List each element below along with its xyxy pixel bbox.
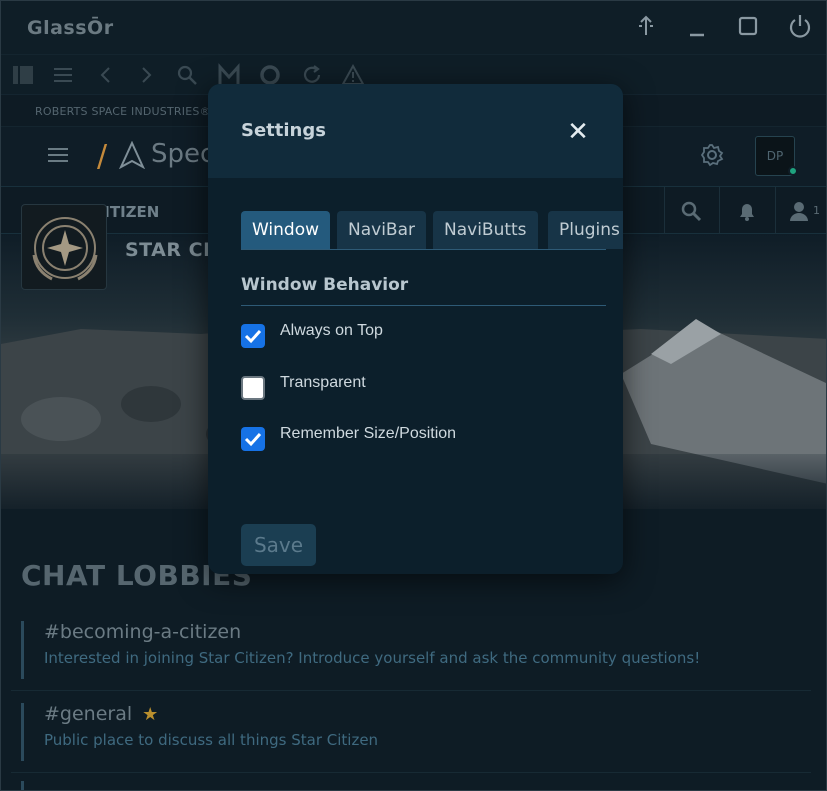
search-icon[interactable] [175, 63, 199, 87]
lobby-item[interactable] [21, 781, 811, 790]
subnav-divider [775, 187, 776, 235]
online-status-dot [788, 166, 798, 176]
upload-icon[interactable] [633, 13, 659, 39]
remember-size-position-checkbox[interactable] [241, 427, 265, 451]
checkmark-icon [244, 432, 262, 447]
tab-plugins[interactable]: Plugins [548, 211, 623, 249]
tab-window[interactable]: Window [241, 211, 331, 249]
tabs-underline [241, 249, 606, 250]
tab-navibar[interactable]: NaviBar [337, 211, 426, 249]
close-icon[interactable]: ✕ [565, 119, 591, 145]
save-button[interactable]: Save [241, 524, 316, 566]
bell-icon[interactable] [735, 199, 759, 223]
dialog-header: Settings ✕ [208, 84, 623, 178]
rsi-label[interactable]: ROBERTS SPACE INDUSTRIES® [35, 105, 211, 118]
maximize-icon[interactable] [735, 13, 761, 39]
settings-dialog: Settings ✕ Window NaviBar NaviButts Plug… [208, 84, 623, 574]
lobby-name[interactable]: #becoming-a-citizen [44, 621, 811, 643]
spectrum-logo-icon [119, 141, 145, 169]
lobby-divider [11, 690, 811, 691]
subnav-divider [664, 187, 665, 235]
star-icon[interactable]: ★ [142, 704, 158, 725]
transparent-checkbox[interactable] [241, 376, 265, 400]
hamburger-icon[interactable] [47, 146, 69, 164]
lobby-divider [11, 772, 811, 773]
section-divider [241, 305, 606, 306]
checkmark-icon [244, 329, 262, 344]
app-title: GlassŌr [27, 17, 114, 39]
back-icon[interactable] [94, 63, 118, 87]
always-on-top-label: Always on Top [280, 322, 383, 339]
star-citizen-logo-icon [32, 217, 98, 281]
community-badge[interactable] [21, 204, 107, 290]
lobby-name[interactable]: #general ★ [44, 703, 811, 725]
user-icon[interactable] [787, 199, 811, 223]
section-title: Window Behavior [241, 275, 409, 295]
transparent-label: Transparent [280, 374, 366, 391]
tab-navibutts[interactable]: NaviButts [433, 211, 538, 249]
title-bar: GlassŌr [1, 1, 826, 54]
always-on-top-checkbox[interactable] [241, 324, 265, 348]
dialog-title: Settings [241, 120, 326, 141]
search-icon[interactable] [679, 199, 703, 223]
lobby-item[interactable]: #becoming-a-citizen Interested in joinin… [21, 621, 811, 679]
settings-tabs: Window NaviBar NaviButts Plugins [241, 211, 623, 249]
lobby-description: Public place to discuss all things Star … [44, 731, 379, 749]
subnav-divider [719, 187, 720, 235]
slash-divider: / [97, 139, 108, 174]
gear-icon[interactable] [699, 142, 725, 168]
forward-icon[interactable] [134, 63, 158, 87]
member-count: 1 [813, 204, 820, 217]
app-name[interactable]: Spec [151, 139, 214, 169]
app-window: GlassŌr ROBERTS SPACE INDUSTRIES® / Spec… [0, 0, 827, 791]
menu-icon[interactable] [51, 63, 75, 87]
remember-size-position-label: Remember Size/Position [280, 425, 457, 442]
sidebar-icon[interactable] [11, 63, 35, 87]
power-icon[interactable] [787, 13, 813, 39]
lobby-item[interactable]: #general ★ Public place to discuss all th… [21, 703, 811, 761]
lobby-name-text: #general [44, 703, 133, 725]
minimize-icon[interactable] [684, 13, 710, 39]
lobby-description: Interested in joining Star Citizen? Intr… [44, 649, 701, 667]
